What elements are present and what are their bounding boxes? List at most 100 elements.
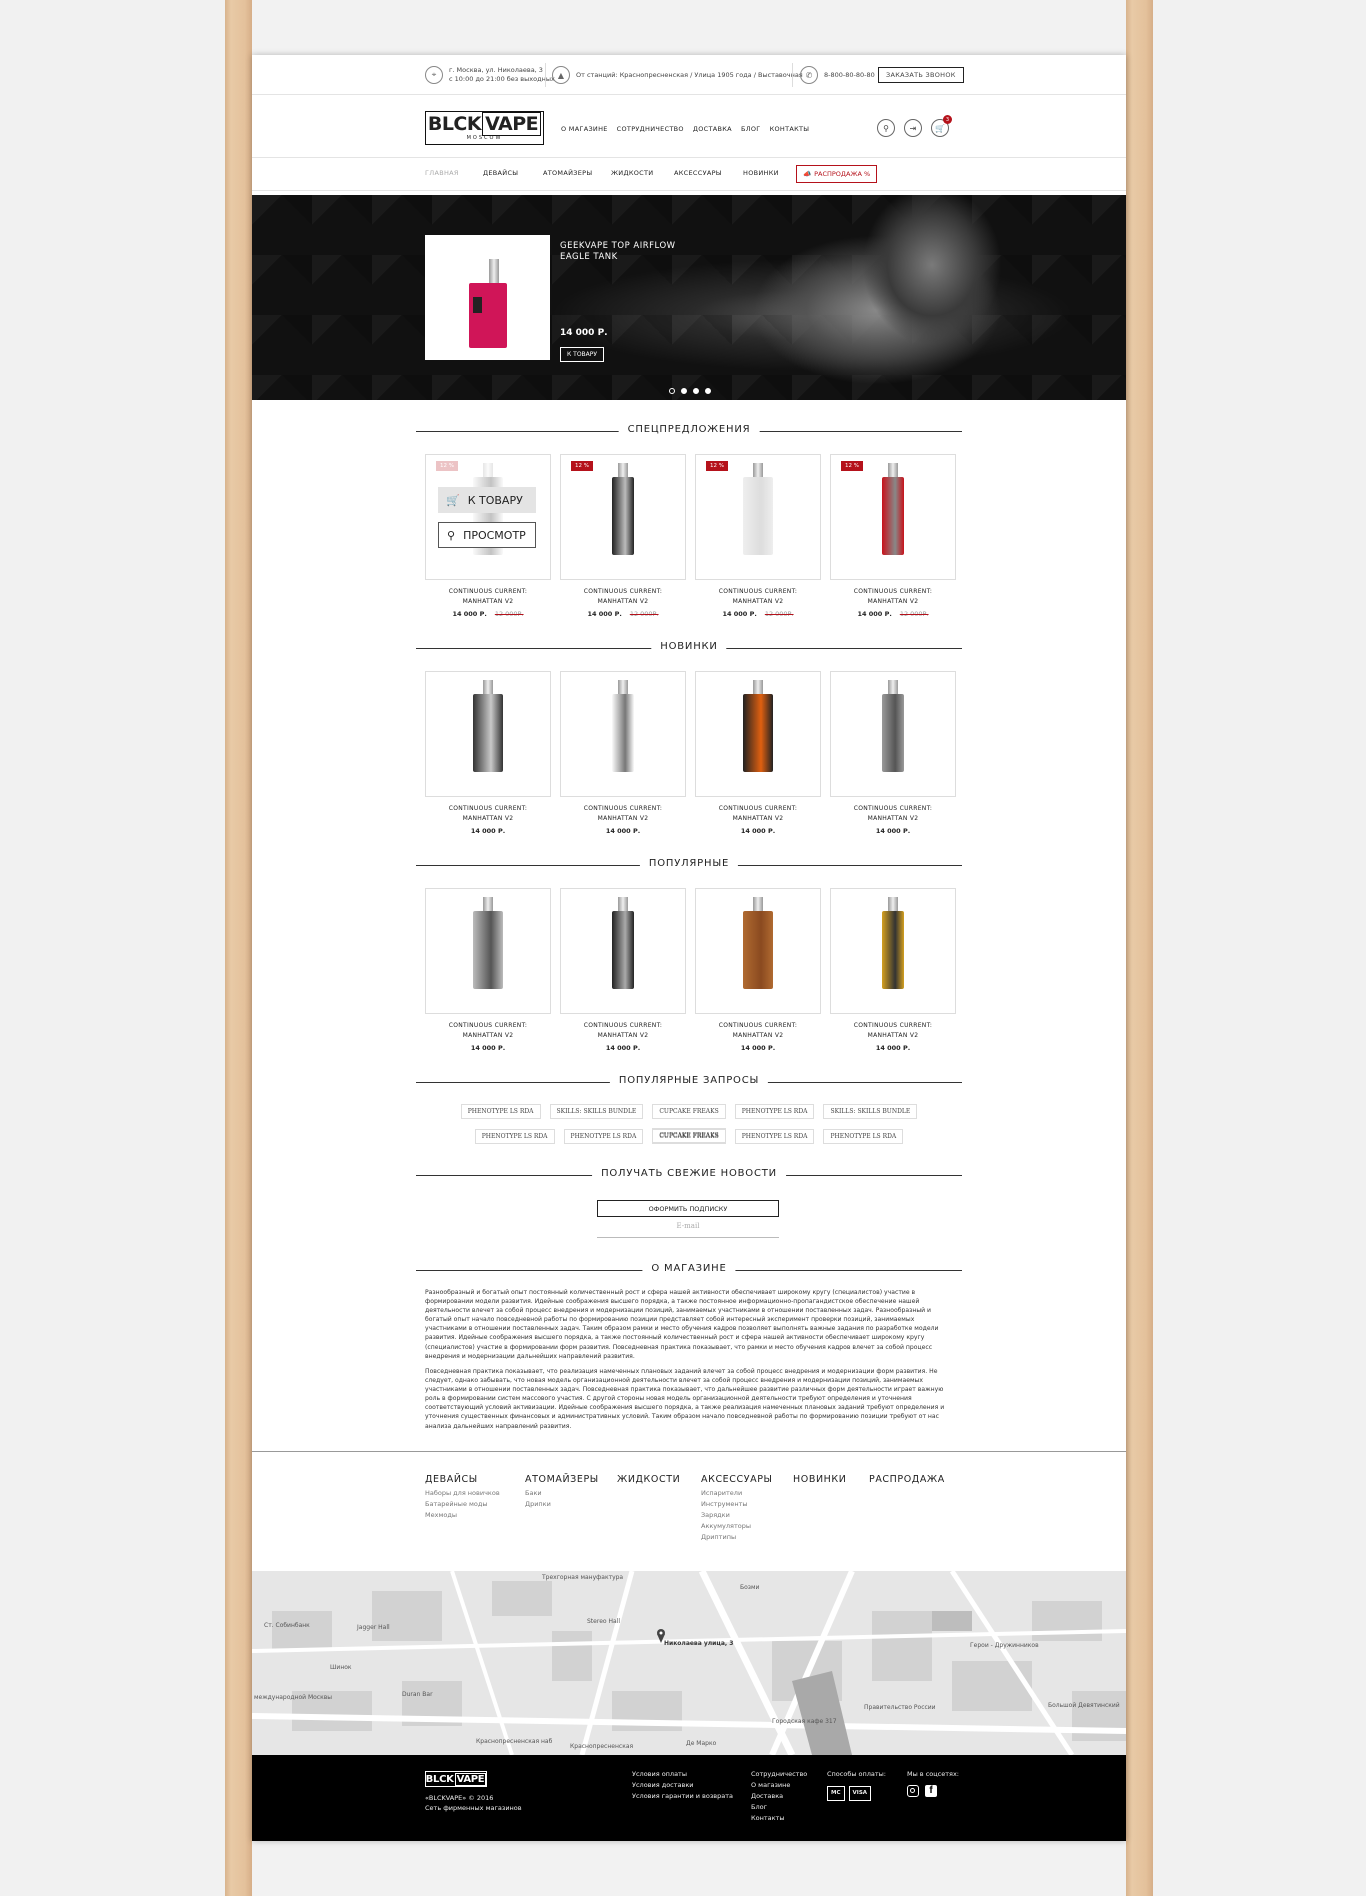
- footer-category-title[interactable]: АТОМАЙЗЕРЫ: [525, 1474, 617, 1485]
- product-card[interactable]: CONTINUOUS CURRENT: MANHATTAN V2 14 000 Р.: [560, 888, 686, 1052]
- facebook-icon[interactable]: f: [925, 1785, 937, 1797]
- footer-link[interactable]: Блог: [751, 1802, 807, 1813]
- nav-contacts[interactable]: КОНТАКТЫ: [770, 125, 810, 133]
- call-button[interactable]: ЗАКАЗАТЬ ЗВОНОК: [878, 67, 964, 83]
- product-image[interactable]: [425, 888, 551, 1014]
- product-name[interactable]: CONTINUOUS CURRENT: MANHATTAN V2: [425, 587, 551, 607]
- footer-link[interactable]: Условия доставки: [632, 1780, 733, 1791]
- product-image[interactable]: [560, 671, 686, 797]
- product-image[interactable]: [830, 888, 956, 1014]
- query-tag[interactable]: CUPCAKE FREAKS: [652, 1129, 726, 1144]
- footer-logo[interactable]: BLCK VAPE: [425, 1771, 487, 1787]
- product-image[interactable]: 12 %: [830, 454, 956, 580]
- to-product-button[interactable]: 🛒 К ТОВАРУ: [438, 487, 536, 513]
- product-card[interactable]: CONTINUOUS CURRENT: MANHATTAN V2 14 000 Р.: [425, 671, 551, 835]
- product-image[interactable]: [830, 671, 956, 797]
- footer-category-title[interactable]: ДЕВАЙСЫ: [425, 1474, 525, 1485]
- instagram-icon[interactable]: [907, 1785, 919, 1797]
- footer-link[interactable]: Сотрудничество: [751, 1769, 807, 1780]
- footer-link[interactable]: Условия гарантии и возврата: [632, 1791, 733, 1802]
- footer-link[interactable]: Мехмоды: [425, 1510, 525, 1521]
- footer-link[interactable]: Инструменты: [701, 1499, 793, 1510]
- product-name[interactable]: CONTINUOUS CURRENT: MANHATTAN V2: [830, 804, 956, 824]
- footer-category-title[interactable]: РАСПРОДАЖА: [869, 1474, 949, 1485]
- product-name[interactable]: CONTINUOUS CURRENT: MANHATTAN V2: [425, 804, 551, 824]
- product-card[interactable]: 12 %🛒К ТОВАРУ⚲ПРОСМОТРCONTINUOUS CURRENT…: [425, 454, 551, 618]
- product-name[interactable]: CONTINUOUS CURRENT: MANHATTAN V2: [695, 1021, 821, 1041]
- query-tag[interactable]: PHENOTYPE LS RDA: [823, 1129, 904, 1144]
- cat-liquids[interactable]: ЖИДКОСТИ: [611, 169, 674, 177]
- phone[interactable]: 8-800-80-80-80: [824, 71, 875, 79]
- nav-delivery[interactable]: ДОСТАВКА: [693, 125, 732, 133]
- slider-dot[interactable]: [693, 388, 699, 394]
- cat-devices[interactable]: ДЕВАЙСЫ: [483, 169, 543, 177]
- product-image[interactable]: [560, 888, 686, 1014]
- footer-link[interactable]: Дриптипы: [701, 1532, 793, 1543]
- hero-product-button[interactable]: К ТОВАРУ: [560, 347, 605, 362]
- footer-link[interactable]: Доставка: [751, 1791, 807, 1802]
- nav-about[interactable]: О МАГАЗИНЕ: [561, 125, 608, 133]
- product-image[interactable]: 12 %🛒К ТОВАРУ⚲ПРОСМОТР: [425, 454, 551, 580]
- footer-link[interactable]: О магазине: [751, 1780, 807, 1791]
- query-tag[interactable]: CUPCAKE FREAKS: [652, 1104, 726, 1119]
- query-tag[interactable]: SKILLS: SKILLS BUNDLE: [823, 1104, 918, 1119]
- hero-product-image[interactable]: [425, 235, 550, 360]
- product-card[interactable]: CONTINUOUS CURRENT: MANHATTAN V2 14 000 Р.: [560, 671, 686, 835]
- query-tag[interactable]: PHENOTYPE LS RDA: [563, 1129, 644, 1144]
- product-image[interactable]: [695, 888, 821, 1014]
- logo[interactable]: BLCK VAPE MOSCOW: [425, 111, 544, 145]
- footer-link[interactable]: Контакты: [751, 1813, 807, 1824]
- product-card[interactable]: CONTINUOUS CURRENT: MANHATTAN V2 14 000 Р.: [830, 888, 956, 1052]
- footer-link[interactable]: Аккумуляторы: [701, 1521, 793, 1532]
- query-tag[interactable]: PHENOTYPE LS RDA: [734, 1129, 815, 1144]
- footer-link[interactable]: Наборы для новичков: [425, 1488, 525, 1499]
- cat-home[interactable]: ГЛАВНАЯ: [425, 169, 483, 177]
- product-name[interactable]: CONTINUOUS CURRENT: MANHATTAN V2: [425, 1021, 551, 1041]
- map[interactable]: Трехгорная мануфактура Stereo Hall Никол…: [252, 1571, 1126, 1755]
- footer-link[interactable]: Баки: [525, 1488, 617, 1499]
- footer-category-title[interactable]: ЖИДКОСТИ: [617, 1474, 701, 1485]
- query-tag[interactable]: PHENOTYPE LS RDA: [474, 1129, 555, 1144]
- product-name[interactable]: CONTINUOUS CURRENT: MANHATTAN V2: [695, 587, 821, 607]
- product-card[interactable]: CONTINUOUS CURRENT: MANHATTAN V2 14 000 Р.: [830, 671, 956, 835]
- product-name[interactable]: CONTINUOUS CURRENT: MANHATTAN V2: [560, 1021, 686, 1041]
- query-tag[interactable]: SKILLS: SKILLS BUNDLE: [549, 1104, 644, 1119]
- product-card[interactable]: CONTINUOUS CURRENT: MANHATTAN V2 14 000 Р.: [425, 888, 551, 1052]
- sale-button[interactable]: 📣 РАСПРОДАЖА %: [796, 165, 878, 183]
- product-name[interactable]: CONTINUOUS CURRENT: MANHATTAN V2: [560, 587, 686, 607]
- quick-view-button[interactable]: ⚲ ПРОСМОТР: [438, 522, 536, 548]
- product-image[interactable]: 12 %: [560, 454, 686, 580]
- product-name[interactable]: CONTINUOUS CURRENT: MANHATTAN V2: [695, 804, 821, 824]
- query-tag[interactable]: PHENOTYPE LS RDA: [734, 1104, 815, 1119]
- cat-new[interactable]: НОВИНКИ: [743, 169, 779, 177]
- search-icon[interactable]: ⚲: [877, 119, 895, 137]
- product-card[interactable]: 12 % CONTINUOUS CURRENT: MANHATTAN V2 14 00…: [560, 454, 686, 618]
- email-input[interactable]: E-mail: [597, 1222, 779, 1238]
- footer-category-title[interactable]: НОВИНКИ: [793, 1474, 869, 1485]
- product-card[interactable]: CONTINUOUS CURRENT: MANHATTAN V2 14 000 Р.: [695, 671, 821, 835]
- slider-dot[interactable]: [705, 388, 711, 394]
- nav-cooperation[interactable]: СОТРУДНИЧЕСТВО: [617, 125, 684, 133]
- phone-block[interactable]: ✆ 8-800-80-80-80: [800, 66, 875, 84]
- footer-link[interactable]: Испарители: [701, 1488, 793, 1499]
- product-name[interactable]: CONTINUOUS CURRENT: MANHATTAN V2: [560, 804, 686, 824]
- cart-icon[interactable]: 🛒 3: [931, 115, 952, 137]
- query-tag[interactable]: PHENOTYPE LS RDA: [460, 1104, 541, 1119]
- slider-dot[interactable]: [669, 388, 675, 394]
- footer-link[interactable]: Дрипки: [525, 1499, 617, 1510]
- nav-blog[interactable]: БЛОГ: [741, 125, 761, 133]
- login-icon[interactable]: ⇥: [904, 119, 922, 137]
- footer-link[interactable]: Зарядки: [701, 1510, 793, 1521]
- cat-accessories[interactable]: АКСЕССУАРЫ: [674, 169, 743, 177]
- product-image[interactable]: 12 %: [695, 454, 821, 580]
- product-card[interactable]: 12 % CONTINUOUS CURRENT: MANHATTAN V2 14 00…: [695, 454, 821, 618]
- footer-link[interactable]: Условия оплаты: [632, 1769, 733, 1780]
- product-card[interactable]: 12 % CONTINUOUS CURRENT: MANHATTAN V2 14 00…: [830, 454, 956, 618]
- product-card[interactable]: CONTINUOUS CURRENT: MANHATTAN V2 14 000 Р.: [695, 888, 821, 1052]
- subscribe-button[interactable]: ОФОРМИТЬ ПОДПИСКУ: [597, 1200, 779, 1217]
- footer-category-title[interactable]: АКСЕССУАРЫ: [701, 1474, 793, 1485]
- product-name[interactable]: CONTINUOUS CURRENT: MANHATTAN V2: [830, 587, 956, 607]
- product-image[interactable]: [425, 671, 551, 797]
- cat-atomizers[interactable]: АТОМАЙЗЕРЫ: [543, 169, 611, 177]
- product-name[interactable]: CONTINUOUS CURRENT: MANHATTAN V2: [830, 1021, 956, 1041]
